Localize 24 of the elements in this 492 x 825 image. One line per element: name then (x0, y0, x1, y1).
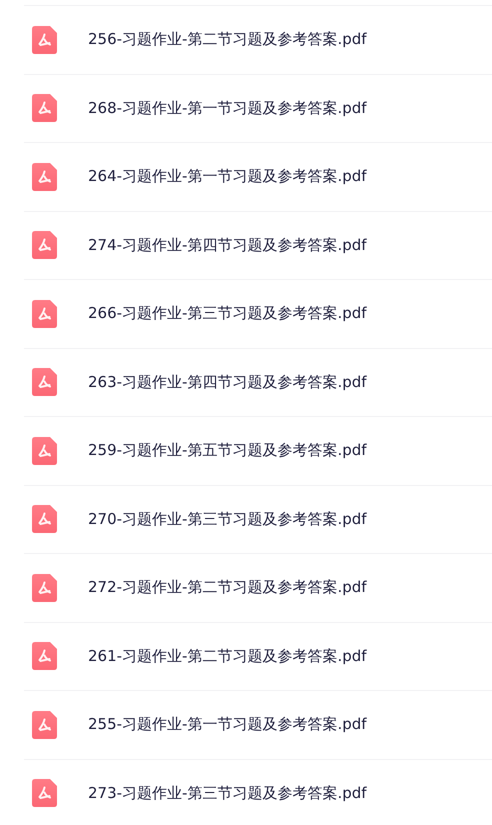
file-name[interactable]: 274-习题作业-第四节习题及参考答案.pdf (88, 236, 367, 255)
pdf-file-icon (32, 710, 57, 739)
file-name[interactable]: 268-习题作业-第一节习题及参考答案.pdf (88, 98, 367, 118)
file-name[interactable]: 256-习题作业-第二节习题及参考答案.pdf (88, 30, 367, 50)
file-name[interactable]: 270-习题作业-第三节习题及参考答案.pdf (88, 510, 367, 529)
file-name[interactable]: 263-习题作业-第四节习题及参考答案.pdf (88, 372, 367, 392)
pdf-file-icon (32, 574, 57, 602)
pdf-file-icon (32, 231, 57, 260)
file-name[interactable]: 264-习题作业-第一节习题及参考答案.pdf (88, 167, 367, 186)
file-name[interactable]: 259-习题作业-第五节习题及参考答案.pdf (88, 441, 367, 460)
file-name[interactable]: 266-习题作业-第三节习题及参考答案.pdf (88, 304, 367, 324)
file-name[interactable]: 261-习题作业-第二节习题及参考答案.pdf (88, 646, 367, 666)
pdf-file-icon (32, 436, 57, 465)
pdf-file-icon (32, 368, 57, 396)
file-name[interactable]: 272-习题作业-第二节习题及参考答案.pdf (88, 578, 367, 598)
pdf-file-icon (32, 162, 57, 191)
pdf-file-icon (32, 26, 57, 54)
pdf-file-icon (32, 505, 57, 534)
pdf-file-icon (32, 779, 57, 808)
pdf-file-icon (32, 642, 57, 670)
file-name[interactable]: 255-习题作业-第一节习题及参考答案.pdf (88, 715, 367, 734)
pdf-file-icon (32, 94, 57, 122)
file-name[interactable]: 273-习题作业-第三节习题及参考答案.pdf (88, 784, 367, 803)
pdf-file-icon (32, 300, 57, 328)
